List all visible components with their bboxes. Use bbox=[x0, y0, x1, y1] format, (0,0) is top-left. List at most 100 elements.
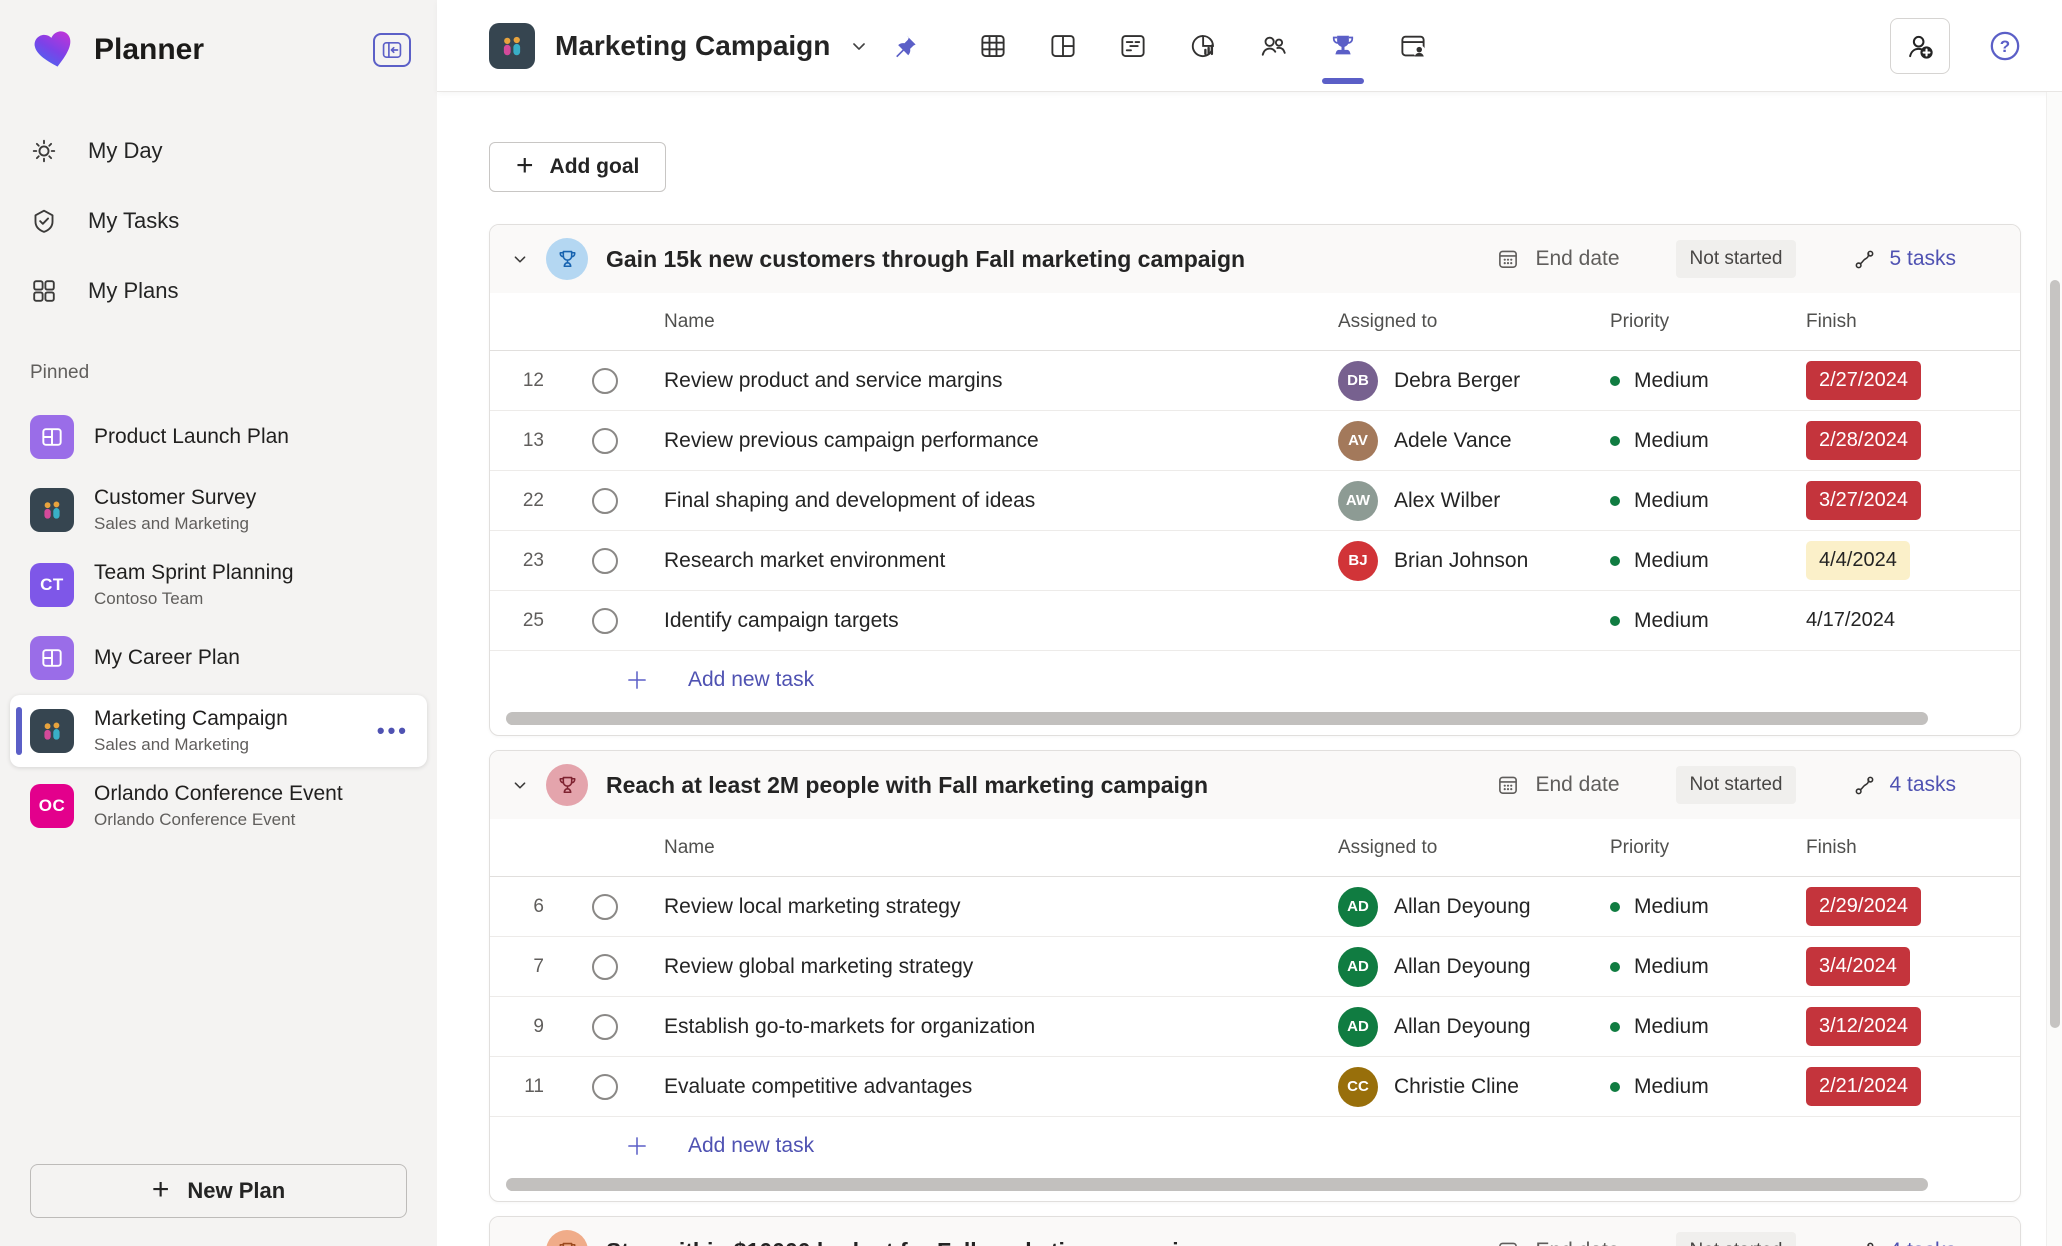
tab-grid-view[interactable] bbox=[970, 0, 1016, 92]
add-goal-button[interactable]: + Add goal bbox=[489, 142, 667, 192]
plan-name: Customer Survey bbox=[94, 486, 257, 509]
sidebar-plan-item[interactable]: OC Orlando Conference Event Orlando Conf… bbox=[10, 770, 427, 842]
task-checkbox[interactable] bbox=[592, 893, 618, 920]
horizontal-scrollbar-thumb[interactable] bbox=[506, 1178, 1928, 1191]
sidebar-plan-item[interactable]: Customer Survey Sales and Marketing ••• bbox=[10, 474, 427, 546]
sidebar-plan-item[interactable]: Product Launch Plan ••• bbox=[10, 403, 427, 471]
vertical-scrollbar-thumb[interactable] bbox=[2050, 280, 2060, 1028]
collapse-sidebar-button[interactable] bbox=[373, 33, 411, 67]
horizontal-scrollbar[interactable] bbox=[506, 709, 2004, 729]
task-row[interactable]: 22 Final shaping and development of idea… bbox=[490, 471, 2020, 531]
table-header-row: Name Assigned to Priority Finish bbox=[490, 819, 2020, 877]
more-options-icon[interactable]: ••• bbox=[369, 718, 409, 744]
assignee-avatar: AD bbox=[1338, 886, 1378, 927]
finish-date: 3/12/2024 bbox=[1806, 1007, 1921, 1046]
tab-board-view[interactable] bbox=[1040, 0, 1086, 92]
sidebar: Planner My Day My Tasks My Plans Pinned … bbox=[0, 0, 437, 1246]
task-name[interactable]: Evaluate competitive advantages bbox=[650, 1075, 1338, 1099]
task-checkbox[interactable] bbox=[592, 487, 618, 514]
tasks-link[interactable]: 4 tasks bbox=[1852, 1239, 1956, 1246]
add-new-task-button[interactable]: Add new task bbox=[490, 1117, 2020, 1175]
collapse-goal-chevron-icon[interactable] bbox=[506, 245, 534, 273]
status-badge[interactable]: Not started bbox=[1675, 1232, 1797, 1246]
task-checkbox[interactable] bbox=[592, 1073, 618, 1100]
planner-app: Planner My Day My Tasks My Plans Pinned … bbox=[0, 0, 2062, 1246]
add-new-task-button[interactable]: Add new task bbox=[490, 651, 2020, 709]
task-name[interactable]: Identify campaign targets bbox=[650, 609, 1338, 633]
vertical-scrollbar[interactable] bbox=[2046, 92, 2062, 1246]
task-row[interactable]: 11 Evaluate competitive advantages CC Ch… bbox=[490, 1057, 2020, 1117]
task-name[interactable]: Review global marketing strategy bbox=[650, 955, 1338, 979]
linked-tasks-icon bbox=[1856, 776, 1874, 794]
tab-charts-view[interactable] bbox=[1180, 0, 1226, 92]
goal-card: Gain 15k new customers through Fall mark… bbox=[489, 224, 2021, 736]
task-row[interactable]: 13 Review previous campaign performance … bbox=[490, 411, 2020, 471]
task-checkbox[interactable] bbox=[592, 427, 618, 454]
sidebar-plan-item[interactable]: My Career Plan ••• bbox=[10, 624, 427, 692]
plan-icon: CT bbox=[30, 563, 74, 607]
assignee-name: Allan Deyoung bbox=[1394, 1014, 1531, 1038]
sidebar-item-my-tasks[interactable]: My Tasks bbox=[0, 186, 437, 256]
tasks-link[interactable]: 4 tasks bbox=[1852, 773, 1956, 798]
task-rows: 6 Review local marketing strategy AD All… bbox=[490, 877, 2020, 1117]
task-checkbox[interactable] bbox=[592, 953, 618, 980]
task-name[interactable]: Review previous campaign performance bbox=[650, 429, 1338, 453]
horizontal-scrollbar-thumb[interactable] bbox=[506, 712, 1928, 725]
task-name[interactable]: Review product and service margins bbox=[650, 369, 1338, 393]
task-checkbox[interactable] bbox=[592, 367, 618, 394]
collapse-goal-chevron-icon[interactable] bbox=[506, 1237, 534, 1246]
end-date-button[interactable]: End date bbox=[1495, 246, 1620, 272]
task-row[interactable]: 9 Establish go-to-markets for organizati… bbox=[490, 997, 2020, 1057]
pin-icon[interactable] bbox=[892, 33, 918, 59]
sidebar-item-my-plans[interactable]: My Plans bbox=[0, 256, 437, 326]
finish-date: 3/4/2024 bbox=[1806, 947, 1910, 986]
tasks-link[interactable]: 5 tasks bbox=[1852, 247, 1956, 272]
sidebar-plan-item[interactable]: CT Team Sprint Planning Contoso Team ••• bbox=[10, 549, 427, 621]
tab-goals-view[interactable] bbox=[1320, 0, 1366, 92]
horizontal-scrollbar[interactable] bbox=[506, 1175, 2004, 1195]
goal-title: Stay within $10000 budget for Fall marke… bbox=[606, 1238, 1465, 1246]
task-name[interactable]: Research market environment bbox=[650, 549, 1338, 573]
invite-people-button[interactable] bbox=[1890, 17, 1950, 74]
planner-logo-icon bbox=[30, 26, 78, 74]
plan-subtitle: Sales and Marketing bbox=[94, 735, 249, 754]
plus-icon bbox=[628, 1137, 646, 1155]
task-name[interactable]: Establish go-to-markets for organization bbox=[650, 1015, 1338, 1039]
collapse-goal-chevron-icon[interactable] bbox=[506, 771, 534, 799]
sidebar-item-label: My Day bbox=[88, 138, 163, 163]
task-name[interactable]: Final shaping and development of ideas bbox=[650, 489, 1338, 513]
task-id: 7 bbox=[533, 955, 544, 977]
end-date-button[interactable]: End date bbox=[1495, 772, 1620, 798]
task-name[interactable]: Review local marketing strategy bbox=[650, 895, 1338, 919]
sidebar-plan-item[interactable]: Marketing Campaign Sales and Marketing •… bbox=[10, 695, 427, 767]
new-plan-button[interactable]: + New Plan bbox=[30, 1164, 407, 1218]
task-row[interactable]: 6 Review local marketing strategy AD All… bbox=[490, 877, 2020, 937]
tasks-link-label: 5 tasks bbox=[1889, 247, 1956, 270]
task-row[interactable]: 23 Research market environment BJ Brian … bbox=[490, 531, 2020, 591]
plus-icon: + bbox=[151, 1172, 170, 1206]
status-badge[interactable]: Not started bbox=[1675, 766, 1797, 804]
tab-people-view[interactable] bbox=[1250, 0, 1296, 92]
priority-dot-icon bbox=[1610, 1021, 1620, 1032]
end-date-button[interactable]: End date bbox=[1495, 1238, 1620, 1246]
sidebar-item-my-day[interactable]: My Day bbox=[0, 116, 437, 186]
end-date-label: End date bbox=[1535, 1239, 1619, 1246]
help-button[interactable]: ? bbox=[1988, 29, 2022, 63]
task-row[interactable]: 7 Review global marketing strategy AD Al… bbox=[490, 937, 2020, 997]
task-checkbox[interactable] bbox=[592, 547, 618, 574]
tab-timeline-view[interactable] bbox=[1110, 0, 1156, 92]
task-checkbox[interactable] bbox=[592, 607, 618, 634]
column-header-name: Name bbox=[664, 836, 715, 858]
plan-switcher-chevron-icon[interactable] bbox=[848, 35, 870, 57]
column-header-assigned-to: Assigned to bbox=[1338, 310, 1438, 332]
task-row[interactable]: 25 Identify campaign targets Medium 4/17… bbox=[490, 591, 2020, 651]
task-checkbox[interactable] bbox=[592, 1013, 618, 1040]
status-badge[interactable]: Not started bbox=[1675, 240, 1797, 278]
tab-assignments-view[interactable] bbox=[1390, 0, 1436, 92]
board-glyph-icon bbox=[42, 649, 62, 667]
sidebar-nav: My Day My Tasks My Plans bbox=[0, 116, 437, 326]
task-row[interactable]: 12 Review product and service margins DB… bbox=[490, 351, 2020, 411]
people-glyph-icon bbox=[44, 501, 60, 519]
svg-text:?: ? bbox=[2000, 36, 2010, 55]
assignee-avatar: DB bbox=[1338, 360, 1378, 401]
